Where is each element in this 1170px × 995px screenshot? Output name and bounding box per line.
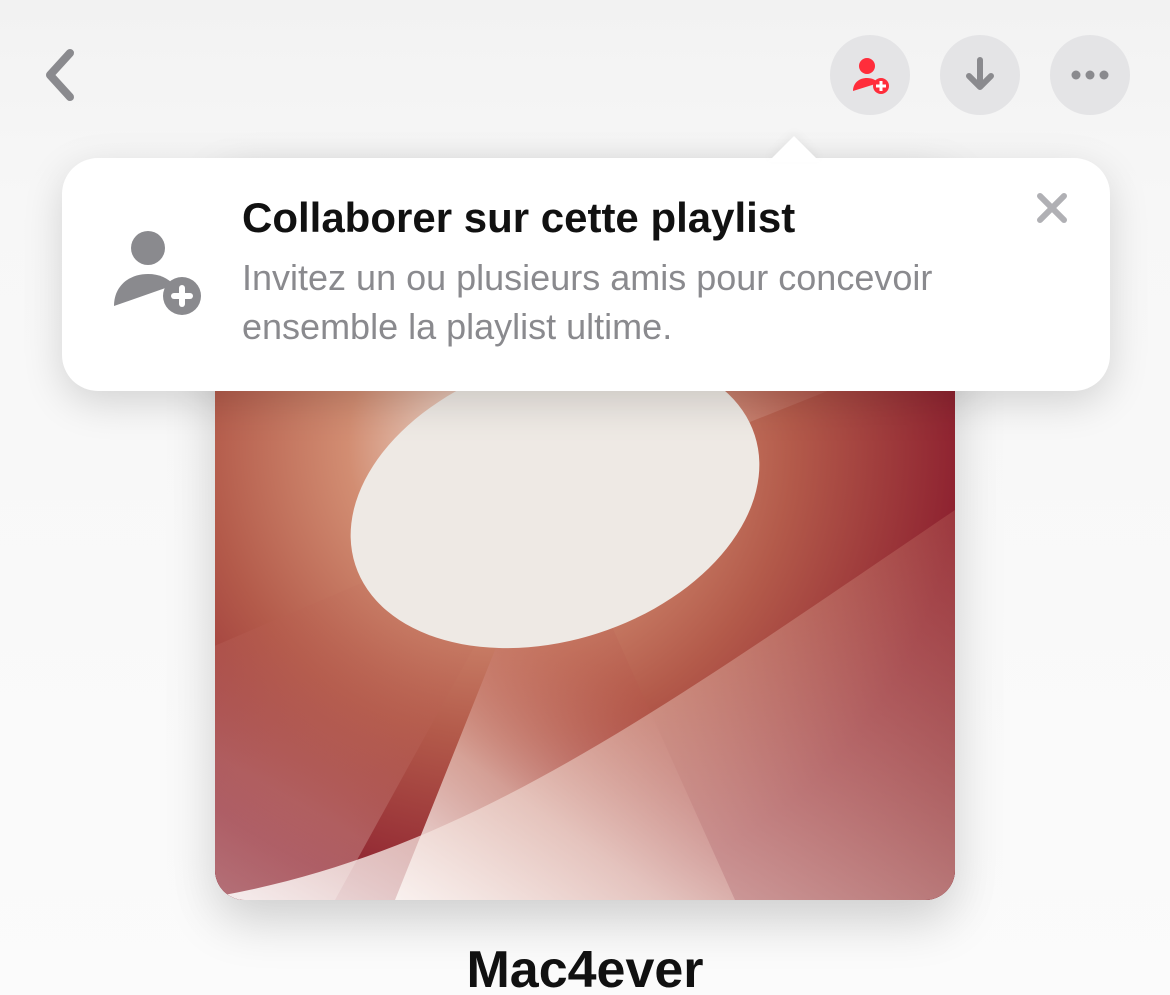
popover-title: Collaborer sur cette playlist [242, 194, 1066, 242]
person-add-large-icon [106, 220, 206, 325]
more-icon [1068, 69, 1112, 81]
back-button[interactable] [30, 45, 90, 105]
header-bar [0, 0, 1170, 130]
playlist-title: Mac4ever [0, 940, 1170, 995]
person-add-icon [848, 53, 892, 97]
popover-close-button[interactable] [1030, 186, 1074, 230]
popover-content: Collaborer sur cette playlist Invitez un… [242, 194, 1066, 351]
close-icon [1035, 191, 1069, 225]
download-button[interactable] [940, 35, 1020, 115]
more-button[interactable] [1050, 35, 1130, 115]
download-icon [960, 55, 1000, 95]
popover-subtitle: Invitez un ou plusieurs amis pour concev… [242, 254, 1066, 351]
collaborate-button[interactable] [830, 35, 910, 115]
collaborate-popover: Collaborer sur cette playlist Invitez un… [62, 158, 1110, 391]
header-actions [830, 35, 1130, 115]
chevron-left-icon [40, 45, 80, 105]
